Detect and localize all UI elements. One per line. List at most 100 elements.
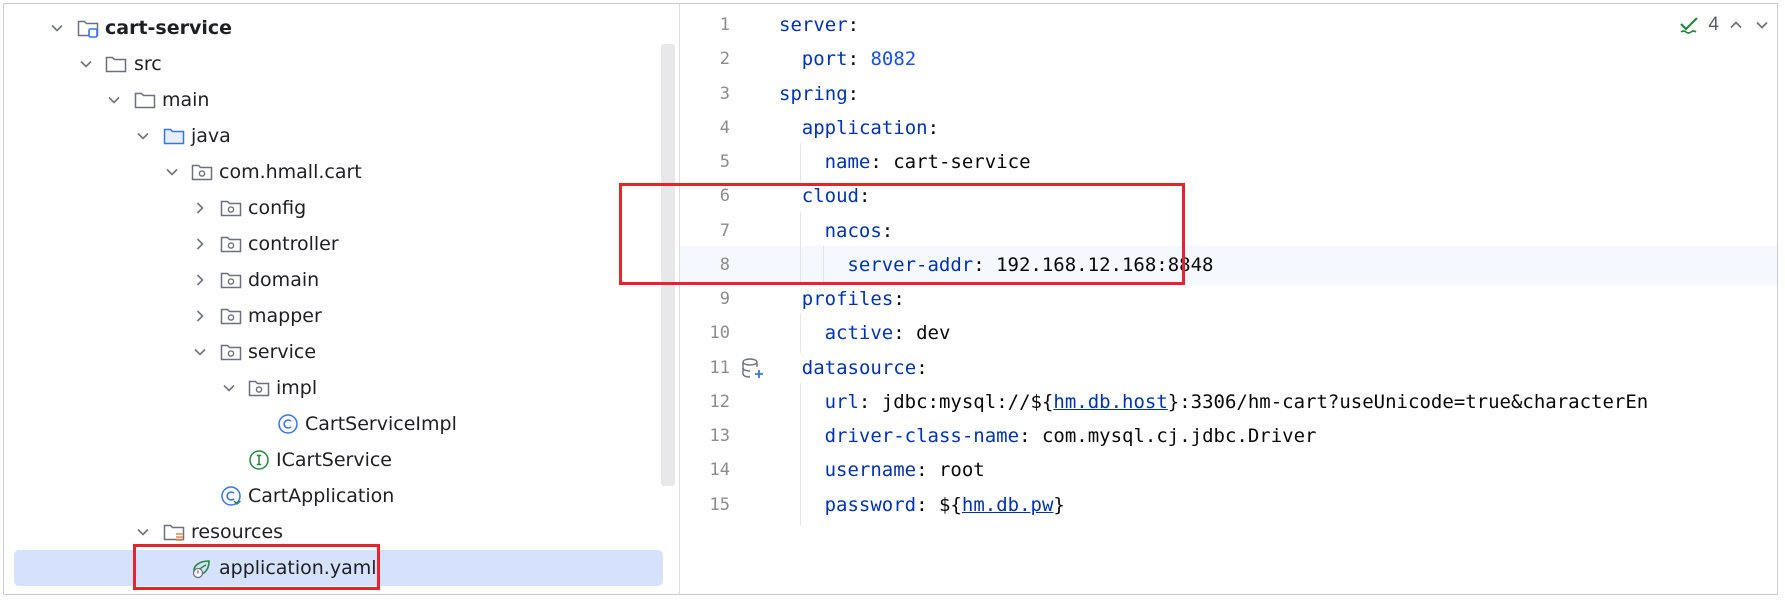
code-line[interactable]: 15 password: ${hm.db.pw} bbox=[680, 485, 1777, 525]
tree-item-label: mapper bbox=[248, 305, 322, 327]
chevron-down-icon[interactable] bbox=[1753, 16, 1771, 34]
tree-item-com-hmall-cart[interactable]: com.hmall.cart bbox=[4, 154, 679, 190]
line-number[interactable]: 2 bbox=[680, 49, 730, 69]
code-line[interactable]: 14 username: root bbox=[680, 451, 1777, 491]
tree-item-label: java bbox=[191, 125, 231, 147]
chevron-right-icon[interactable] bbox=[189, 262, 211, 298]
tree-item-label: main bbox=[162, 89, 210, 111]
yaml-value: 8082 bbox=[870, 48, 917, 71]
yaml-value: : com.mysql.cj.jdbc.Driver bbox=[1019, 425, 1317, 447]
tree-item-java[interactable]: java bbox=[4, 118, 679, 154]
code-line[interactable]: 5 name: cart-service bbox=[680, 143, 1777, 182]
package-icon bbox=[219, 268, 243, 292]
line-number[interactable]: 5 bbox=[680, 152, 730, 172]
yaml-key: application bbox=[801, 116, 928, 139]
tree-item-label: ICartService bbox=[276, 449, 392, 471]
package-icon bbox=[247, 376, 271, 400]
tree-item-mapper[interactable]: mapper bbox=[4, 298, 679, 334]
tree-item-src[interactable]: src bbox=[4, 46, 679, 82]
tree-item-icartservice[interactable]: ICartService bbox=[4, 442, 679, 478]
line-number[interactable]: 11 bbox=[680, 358, 730, 378]
yaml-key: datasource bbox=[801, 356, 917, 379]
yaml-value: : bbox=[847, 14, 860, 36]
chevron-down-icon[interactable] bbox=[75, 46, 97, 82]
chevron-down-icon[interactable] bbox=[218, 370, 240, 406]
yaml-value: : root bbox=[916, 459, 985, 482]
line-number[interactable]: 15 bbox=[680, 495, 730, 515]
ide-window: cart-service src main java com.hmall.car… bbox=[3, 3, 1778, 595]
inspection-count: 4 bbox=[1708, 14, 1719, 35]
line-number[interactable]: 10 bbox=[680, 323, 730, 343]
code-text: application: bbox=[802, 117, 939, 139]
package-icon bbox=[219, 232, 243, 256]
yaml-value: : dev bbox=[893, 322, 951, 345]
code-line[interactable]: 4 application: bbox=[680, 109, 1777, 148]
yaml-key: port bbox=[801, 48, 848, 71]
tree-item-label: service bbox=[248, 341, 317, 363]
chevron-right-icon[interactable] bbox=[189, 226, 211, 262]
inspection-ok-icon bbox=[1680, 17, 1699, 34]
chevron-down-icon[interactable] bbox=[161, 154, 183, 190]
tree-item-service[interactable]: service bbox=[4, 334, 679, 370]
package-icon bbox=[219, 340, 243, 364]
tree-item-domain[interactable]: domain bbox=[4, 262, 679, 298]
tree-item-label: resources bbox=[191, 521, 284, 543]
package-icon bbox=[219, 304, 243, 328]
chevron-down-icon[interactable] bbox=[103, 82, 125, 118]
indent-guide bbox=[799, 382, 801, 422]
highlight-box-application-yaml bbox=[133, 544, 380, 590]
code-line[interactable]: 12 url: jdbc:mysql://${hm.db.host}:3306/h… bbox=[680, 382, 1777, 422]
code-line[interactable]: 1 server: bbox=[680, 6, 1777, 45]
yaml-value: : bbox=[847, 48, 871, 71]
tree-item-config[interactable]: config bbox=[4, 190, 679, 226]
highlight-box-nacos-config bbox=[619, 183, 1185, 285]
yaml-key: driver-class-name bbox=[824, 425, 1020, 447]
indent-guide bbox=[799, 451, 801, 491]
tree-item-cart-service[interactable]: cart-service bbox=[4, 10, 679, 46]
property-reference-link[interactable]: hm.db.host bbox=[1053, 391, 1167, 413]
chevron-down-icon[interactable] bbox=[132, 118, 154, 154]
code-editor[interactable]: 1 server: 2 port: 8082 3 spring: 4 application:… bbox=[680, 4, 1777, 594]
chevron-down-icon[interactable] bbox=[189, 334, 211, 370]
tree-item-label: CartServiceImpl bbox=[305, 413, 457, 435]
indent-guide bbox=[799, 143, 801, 182]
folder-icon bbox=[104, 52, 128, 76]
tree-item-controller[interactable]: controller bbox=[4, 226, 679, 262]
code-line[interactable]: 13 driver-class-name: com.mysql.cj.jdbc.D… bbox=[680, 417, 1777, 456]
property-reference-link[interactable]: hm.db.pw bbox=[962, 494, 1054, 516]
tree-item-cartapplication[interactable]: CartApplication bbox=[4, 478, 679, 514]
line-number[interactable]: 13 bbox=[680, 426, 730, 446]
line-number[interactable]: 4 bbox=[680, 118, 730, 138]
tree-item-main[interactable]: main bbox=[4, 82, 679, 118]
code-text: port: 8082 bbox=[802, 48, 916, 70]
resources-folder-icon bbox=[162, 520, 186, 544]
code-line[interactable]: 11 datasource: bbox=[680, 349, 1777, 388]
code-line[interactable]: 10 active: dev bbox=[680, 314, 1777, 354]
tree-item-cartserviceimpl[interactable]: CartServiceImpl bbox=[4, 406, 679, 442]
tree-item-label: com.hmall.cart bbox=[219, 161, 362, 183]
chevron-down-icon[interactable] bbox=[46, 10, 68, 46]
yaml-value: : bbox=[927, 116, 940, 139]
tree-item-impl[interactable]: impl bbox=[4, 370, 679, 406]
line-number[interactable]: 12 bbox=[680, 392, 730, 412]
chevron-right-icon[interactable] bbox=[189, 298, 211, 334]
code-text: datasource: bbox=[802, 357, 928, 379]
line-number[interactable]: 9 bbox=[680, 289, 730, 309]
yaml-value: } bbox=[1053, 493, 1065, 516]
line-number[interactable]: 14 bbox=[680, 460, 730, 480]
yaml-key: profiles bbox=[801, 288, 894, 310]
code-text: username: root bbox=[825, 459, 985, 481]
line-number[interactable]: 1 bbox=[680, 15, 730, 35]
folder-icon bbox=[133, 88, 157, 112]
package-icon bbox=[219, 196, 243, 220]
tree-item-label: config bbox=[248, 197, 307, 219]
code-line[interactable]: 9 profiles: bbox=[680, 280, 1777, 319]
line-number[interactable]: 3 bbox=[680, 84, 730, 104]
code-line[interactable]: 3 spring: bbox=[680, 75, 1777, 114]
inspection-widget[interactable]: 4 bbox=[1678, 12, 1777, 38]
chevron-up-icon[interactable] bbox=[1727, 16, 1745, 34]
yaml-key: active bbox=[824, 322, 894, 345]
code-line[interactable]: 2 port: 8082 bbox=[680, 40, 1777, 79]
database-icon[interactable] bbox=[740, 356, 766, 382]
chevron-right-icon[interactable] bbox=[189, 190, 211, 226]
